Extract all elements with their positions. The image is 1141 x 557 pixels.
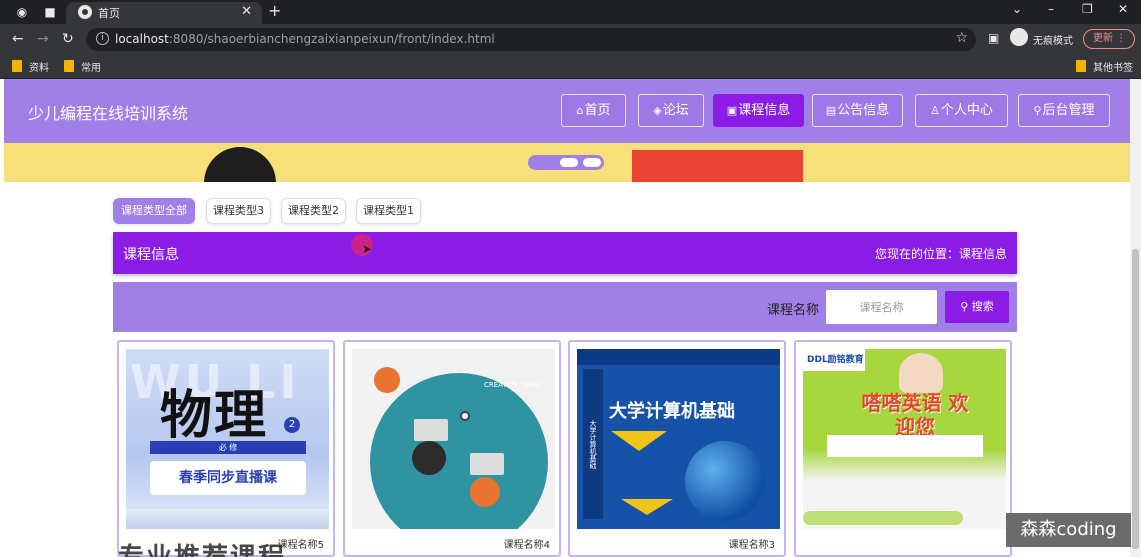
filter-type1-chip[interactable]: 课程类型1 (356, 198, 421, 224)
search-label: 课程名称 (767, 303, 820, 318)
cover-person (374, 367, 400, 393)
course-icon: ▣ (726, 104, 738, 117)
tab-title: 首页 (98, 7, 120, 20)
window-icon[interactable]: ■ (42, 4, 58, 20)
cover-subtitle: 春季同步直播课 (150, 461, 306, 495)
video-watermark: 森森coding (1006, 513, 1131, 547)
filter-type2-chip[interactable]: 课程类型2 (281, 198, 346, 224)
carousel-dot[interactable] (583, 158, 601, 167)
search-button[interactable]: ⚲ 搜索 (945, 291, 1009, 323)
course-card[interactable]: WU LI 物理 2 必 修 春季同步直播课 课程名称5 (117, 340, 335, 557)
close-window-icon[interactable]: ✕ (1118, 2, 1128, 16)
cover-title: 大学计算机基础 (609, 401, 735, 422)
tab-close-icon[interactable]: ✕ (241, 4, 252, 19)
course-cover-image[interactable]: 大学计算机基础 大学计算机基础 (577, 349, 780, 529)
admin-icon: ⚲ (1033, 104, 1042, 117)
forward-icon[interactable]: → (37, 31, 49, 47)
reload-icon[interactable]: ↻ (62, 31, 74, 47)
cover-chevron (611, 431, 667, 451)
bookmark-star-icon[interactable]: ☆ (955, 30, 968, 46)
filter-type3-chip[interactable]: 课程类型3 (206, 198, 271, 224)
reading-list-icon[interactable]: ▣ (988, 31, 999, 45)
incognito-icon (1010, 28, 1028, 46)
omnibox[interactable]: i localhost:8080/shaoerbianchengzaixianp… (86, 28, 976, 51)
breadcrumb: 您现在的位置：课程信息 (874, 247, 1007, 261)
forum-icon: ◈ (653, 104, 662, 117)
cover-globe (685, 441, 765, 521)
course-card[interactable]: DDL励铭教育 嗒嗒英语 欢迎您 (794, 340, 1012, 557)
search-icon: ⚲ (960, 300, 972, 313)
tab-favicon-icon (78, 5, 92, 19)
incognito-label: 无痕模式 (1033, 36, 1073, 47)
section-title: 课程信息 (123, 247, 179, 263)
course-cover-image[interactable]: CREATIVE TEAM (352, 349, 555, 529)
cover-person (470, 477, 500, 507)
course-name[interactable]: 课程名称3 (729, 536, 775, 551)
filter-all-chip[interactable]: 课程类型全部 (113, 198, 195, 224)
address-bar-row: ← → ↻ i localhost:8080/shaoerbianchengza… (0, 24, 1141, 55)
tab-search-icon[interactable]: ⌄ (1012, 2, 1022, 16)
cover-laptop (414, 419, 448, 441)
carousel-dot[interactable] (560, 158, 578, 167)
section-title-bar: 课程信息 您现在的位置：课程信息 (113, 232, 1017, 274)
cover-number-badge: 2 (284, 417, 300, 433)
bookmark-folder[interactable]: 资料 (12, 59, 49, 74)
home-icon: ⌂ (576, 104, 584, 117)
bookmarks-bar: 资料 常用 其他书签 (0, 55, 1141, 79)
cover-title: CREATIVE TEAM (484, 381, 540, 389)
site-header: 少儿编程在线培训系统 ⌂首页 ◈论坛 ▣课程信息 ▤公告信息 ♙个人中心 ⚲后台… (4, 79, 1130, 143)
course-name[interactable]: 课程名称4 (504, 536, 550, 551)
nav-personal-center-button[interactable]: ♙个人中心 (915, 94, 1008, 127)
cover-band: 必 修 (150, 441, 306, 454)
new-tab-icon[interactable]: + (268, 1, 281, 20)
site-info-icon[interactable]: i (96, 32, 109, 45)
bottom-section-heading: 专业推荐课程 (118, 543, 286, 557)
cover-title: 嗒嗒英语 欢迎您 (861, 391, 969, 439)
carousel-banner[interactable] (4, 143, 1130, 182)
cover-chevron (621, 499, 673, 515)
nav-home-button[interactable]: ⌂首页 (561, 94, 626, 127)
nav-admin-button[interactable]: ⚲后台管理 (1018, 94, 1110, 127)
nav-forum-button[interactable]: ◈论坛 (638, 94, 704, 127)
cover-spine-text: 大学计算机基础 (583, 369, 603, 519)
cover-person (412, 441, 446, 475)
cover-round-table (370, 373, 548, 529)
mouse-cursor-icon: ➤ (362, 242, 373, 256)
search-input[interactable] (826, 290, 937, 324)
minimize-icon[interactable]: – (1048, 2, 1054, 16)
banner-red-block (632, 150, 803, 182)
course-cover-image[interactable]: WU LI 物理 2 必 修 春季同步直播课 (126, 349, 329, 529)
cover-girl-image (899, 353, 943, 393)
url-text[interactable]: localhost:8080/shaoerbianchengzaixianpei… (115, 32, 495, 46)
page-scrollbar[interactable] (1130, 79, 1141, 557)
nav-course-info-button[interactable]: ▣课程信息 (713, 94, 804, 127)
announcement-icon: ▤ (825, 104, 837, 117)
cover-title: 物理 (160, 385, 269, 446)
update-button[interactable]: 更新 ⋮ (1083, 29, 1135, 49)
browser-tab[interactable]: 首页 ✕ (66, 2, 262, 24)
user-icon: ♙ (930, 104, 940, 117)
cover-glow (803, 511, 963, 525)
cover-top-band (577, 349, 780, 365)
bookmark-folder[interactable]: 常用 (64, 59, 101, 74)
course-card[interactable]: 大学计算机基础 大学计算机基础 课程名称3 (568, 340, 786, 557)
scrollbar-thumb[interactable] (1132, 249, 1139, 549)
back-icon[interactable]: ← (12, 31, 24, 47)
course-cover-image[interactable]: DDL励铭教育 嗒嗒英语 欢迎您 (803, 349, 1006, 529)
restore-icon[interactable]: ❐ (1082, 2, 1093, 16)
course-card[interactable]: CREATIVE TEAM 课程名称4 (343, 340, 561, 557)
carousel-indicators (528, 155, 604, 170)
cover-plane-image (126, 509, 329, 529)
cover-cup (460, 411, 470, 421)
carousel-dot[interactable] (536, 158, 554, 167)
cover-logo: DDL励铭教育 (803, 349, 865, 371)
other-bookmarks-folder[interactable]: 其他书签 (1076, 59, 1133, 74)
cover-laptop (470, 453, 504, 475)
search-bar: 课程名称 ⚲ 搜索 (113, 282, 1017, 332)
browser-tab-bar: ◉ ■ 首页 ✕ + ⌄ – ❐ ✕ (0, 0, 1141, 24)
chrome-menu-icon[interactable]: ◉ (14, 4, 30, 20)
site-title: 少儿编程在线培训系统 (28, 104, 189, 123)
nav-announcement-button[interactable]: ▤公告信息 (812, 94, 903, 127)
banner-character-image (204, 147, 276, 182)
